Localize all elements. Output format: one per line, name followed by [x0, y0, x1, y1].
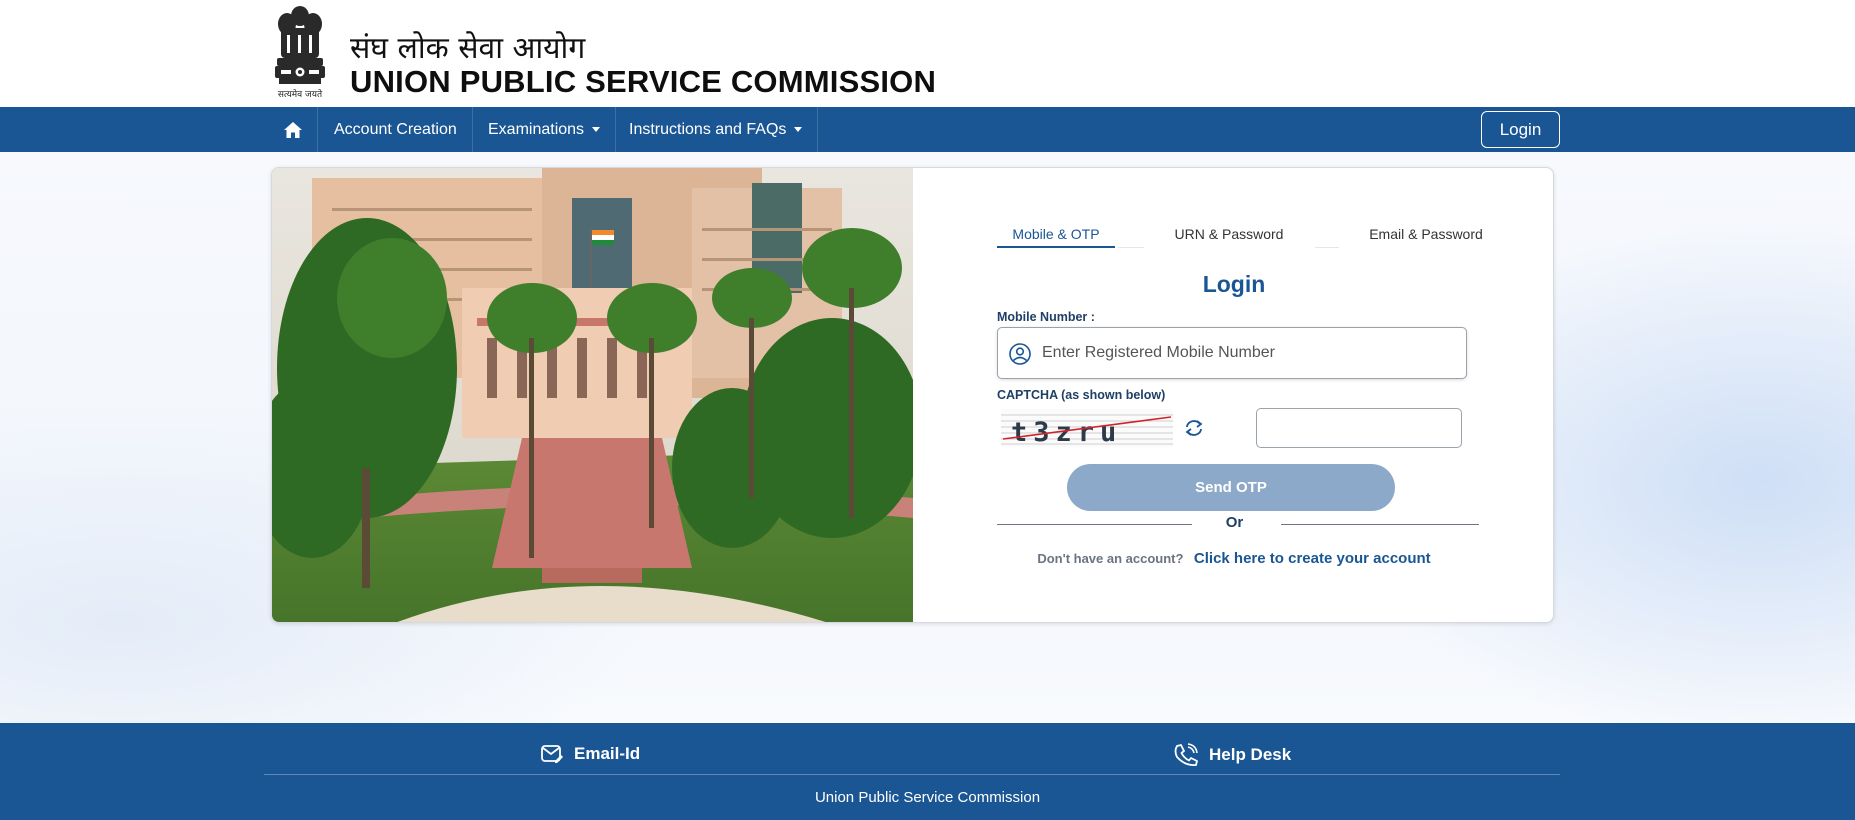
mobile-number-field — [997, 327, 1467, 379]
refresh-captcha-icon[interactable] — [1183, 418, 1205, 438]
nav-examinations-label: Examinations — [488, 120, 585, 138]
org-name-english: UNION PUBLIC SERVICE COMMISSION — [350, 64, 937, 99]
footer-helpdesk-link[interactable]: Help Desk — [1173, 743, 1291, 767]
nav-account-creation-label: Account Creation — [334, 120, 457, 138]
upsc-building-photo — [272, 168, 913, 622]
or-divider-right — [1281, 524, 1479, 525]
send-otp-button[interactable]: Send OTP — [1067, 464, 1395, 511]
nav-instructions-dropdown[interactable]: Instructions and FAQs — [614, 107, 819, 152]
site-footer: Email-Id Help Desk Union Public Service … — [0, 723, 1855, 820]
nav-examinations-dropdown[interactable]: Examinations — [473, 107, 617, 152]
footer-email-link[interactable]: Email-Id — [540, 743, 640, 765]
nav-home-button[interactable] — [268, 107, 318, 152]
captcha-input[interactable] — [1256, 408, 1462, 448]
footer-divider — [264, 774, 1560, 775]
tab-urn-password[interactable]: URN & Password — [1149, 226, 1309, 248]
signup-question: Don't have an account? — [1037, 551, 1184, 566]
caret-down-icon — [794, 127, 803, 132]
captcha-text: t3zru — [1011, 417, 1122, 447]
nav-instructions-label: Instructions and FAQs — [629, 120, 787, 138]
emblem-motto: सत्यमेव जयते — [277, 90, 323, 100]
footer-email-label: Email-Id — [574, 744, 641, 763]
mobile-number-label: Mobile Number : — [997, 310, 1095, 324]
user-circle-icon — [1009, 343, 1031, 365]
footer-copyright: Union Public Service Commission — [814, 789, 1041, 806]
captcha-label: CAPTCHA (as shown below) — [997, 388, 1166, 402]
email-edit-icon — [541, 745, 563, 763]
footer-helpdesk-label: Help Desk — [1209, 745, 1292, 764]
captcha-image: t3zru — [1001, 409, 1173, 447]
login-form: Mobile & OTP URN & Password Email & Pass… — [913, 168, 1553, 622]
nav-login-button[interactable]: Login — [1481, 111, 1560, 148]
or-separator: Or — [1225, 514, 1244, 531]
national-emblem-logo: सत्यमेव जयते — [267, 2, 333, 100]
tab-divider — [1315, 247, 1339, 248]
site-header: सत्यमेव जयते संघ लोक सेवा आयोग UNION PUB… — [0, 0, 1855, 107]
login-title: Login — [1202, 271, 1266, 297]
login-method-tabs: Mobile & OTP URN & Password Email & Pass… — [913, 168, 1553, 248]
org-name-hindi: संघ लोक सेवा आयोग — [350, 31, 586, 66]
tab-mobile-otp[interactable]: Mobile & OTP — [997, 226, 1115, 248]
lion-capital-icon — [275, 6, 325, 84]
nav-account-creation[interactable]: Account Creation — [319, 107, 473, 152]
phone-call-icon — [1174, 743, 1198, 766]
caret-down-icon — [592, 127, 601, 132]
mobile-number-input[interactable] — [1042, 328, 1457, 378]
signup-row: Don't have an account? Click here to cre… — [913, 550, 1553, 568]
create-account-link[interactable]: Click here to create your account — [1194, 550, 1431, 567]
tab-email-password[interactable]: Email & Password — [1341, 226, 1511, 248]
main-navbar: Account Creation Examinations Instructio… — [0, 107, 1855, 152]
home-icon — [283, 121, 302, 138]
login-card: Mobile & OTP URN & Password Email & Pass… — [271, 167, 1554, 623]
tab-divider — [1118, 247, 1144, 248]
